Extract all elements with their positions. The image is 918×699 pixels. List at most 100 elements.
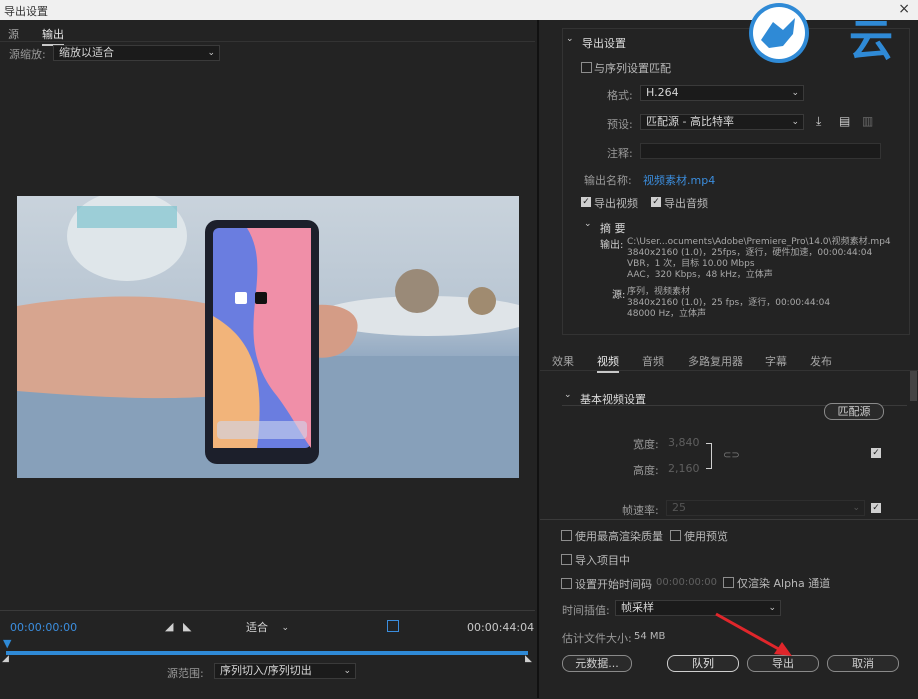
tab-divider [0, 41, 535, 42]
use-preview-checkbox[interactable] [670, 530, 681, 541]
format-value: H.264 [646, 86, 679, 99]
fps-dropdown[interactable]: 25 ⌄ [666, 500, 865, 516]
tab-multiplexer[interactable]: 多路复用器 [688, 353, 743, 369]
timecode-start[interactable]: 00:00:00:00 [10, 621, 77, 634]
timeline-divider [0, 610, 535, 611]
set-start-tc-checkbox[interactable] [561, 578, 572, 589]
chevron-down-icon[interactable]: ⌄ [584, 219, 592, 229]
height-value[interactable]: 2,160 [668, 462, 700, 475]
fps-label: 帧速率: [622, 504, 659, 517]
height-label: 高度: [633, 464, 659, 477]
playhead-icon[interactable]: ▼ [3, 637, 11, 650]
export-audio-label: 导出音频 [664, 197, 708, 210]
summary-output-line: 3840x2160 (1.0)，25fps，逐行，硬件加速，00:00:44:0… [627, 248, 873, 258]
comment-label: 注释: [607, 147, 633, 160]
crop-icon[interactable] [387, 620, 399, 632]
export-video-label: 导出视频 [594, 197, 638, 210]
zoom-dropdown[interactable]: 缩放以适合 ⌄ [53, 45, 220, 61]
export-audio-checkbox[interactable]: ✓ [651, 197, 661, 207]
window-title: 导出设置 [4, 5, 48, 18]
preset-value: 匹配源 - 高比特率 [646, 115, 734, 128]
chevron-down-icon: ⌄ [852, 503, 860, 513]
cancel-button[interactable]: 取消 [827, 655, 899, 672]
fit-value: 适合 [246, 621, 268, 634]
cancel-label: 取消 [852, 657, 874, 670]
tab-publish[interactable]: 发布 [810, 353, 832, 369]
chevron-down-icon: ⌄ [207, 48, 215, 58]
format-label: 格式: [607, 89, 633, 102]
export-settings-panel: ⌄ 导出设置 与序列设置匹配 格式: H.264 ⌄ 预设: 匹配源 - 高比特… [540, 20, 918, 345]
zoom-value: 缩放以适合 [59, 46, 114, 59]
scrollbar[interactable] [910, 371, 917, 401]
width-value[interactable]: 3,840 [668, 436, 700, 449]
delete-preset-icon[interactable]: ▥ [862, 114, 873, 128]
tab-captions[interactable]: 字幕 [765, 353, 787, 369]
match-sequence-checkbox[interactable] [581, 62, 592, 73]
queue-label: 队列 [692, 657, 714, 670]
max-quality-checkbox[interactable] [561, 530, 572, 541]
summary-source-line: 3840x2160 (1.0)，25 fps，逐行，00:00:44:04 [627, 298, 831, 308]
render-alpha-checkbox[interactable] [723, 577, 734, 588]
export-video-checkbox[interactable]: ✓ [581, 197, 591, 207]
chevron-down-icon: ⌄ [791, 88, 799, 98]
fit-dropdown[interactable]: 适合 ⌄ [240, 620, 294, 636]
use-preview-label: 使用预览 [684, 530, 728, 543]
summary-source-line: 序列，视频素材 [627, 287, 691, 297]
metadata-label: 元数据... [575, 657, 619, 670]
panel-splitter[interactable] [537, 20, 539, 698]
annotation-arrow [715, 612, 792, 656]
import-preset-icon[interactable]: ▤ [839, 114, 850, 128]
fps-value: 25 [672, 501, 686, 514]
summary-output-line: AAC，320 Kbps，48 kHz，立体声 [627, 270, 773, 280]
range-label: 源范围: [167, 667, 204, 680]
tab-effects[interactable]: 效果 [552, 353, 574, 369]
timecode-end: 00:00:44:04 [467, 621, 535, 634]
tab-source[interactable]: 源 [8, 26, 19, 42]
timeline-bar[interactable] [6, 651, 528, 655]
metadata-button[interactable]: 元数据... [562, 655, 632, 672]
summary-source-label: 源: [612, 290, 626, 301]
watermark-text: 云 [849, 15, 893, 66]
out-point-icon[interactable]: ◣ [525, 654, 532, 664]
link-icon[interactable]: ⊂⊃ [723, 450, 740, 461]
comment-input[interactable] [640, 143, 881, 159]
in-point-icon[interactable]: ◢ [2, 654, 9, 664]
max-quality-label: 使用最高渲染质量 [575, 530, 663, 543]
tab-audio[interactable]: 音频 [642, 353, 664, 369]
interp-value: 帧采样 [621, 601, 654, 614]
dimension-override-checkbox[interactable]: ✓ [871, 448, 881, 458]
chevron-down-icon: ⌄ [281, 623, 289, 633]
save-preset-icon[interactable]: ⤓ [816, 114, 821, 129]
summary-source-text: 序列，视频素材 3840x2160 (1.0)，25 fps，逐行，00:00:… [627, 287, 830, 320]
start-tc-value[interactable]: 00:00:00:00 [656, 577, 717, 588]
settings-tabs: 效果 视频 音频 多路复用器 字幕 发布 [540, 345, 918, 373]
output-name-link[interactable]: 视频素材.mp4 [643, 172, 715, 188]
mark-in-icon[interactable]: ◢ [165, 620, 173, 633]
est-size-label: 估计文件大小: [562, 632, 632, 645]
mark-out-icon[interactable]: ◣ [183, 620, 191, 633]
chevron-down-icon[interactable]: ⌄ [564, 390, 572, 400]
preview-scene [17, 196, 519, 478]
preset-dropdown[interactable]: 匹配源 - 高比特率 ⌄ [640, 114, 804, 130]
import-project-checkbox[interactable] [561, 554, 572, 565]
range-dropdown[interactable]: 序列切入/序列切出 ⌄ [214, 663, 356, 679]
tab-output[interactable]: 输出 [42, 26, 64, 46]
video-settings-section: ⌄ 基本视频设置 匹配源 宽度: 3,840 高度: 2,160 ⊂⊃ ✓ 帧速… [540, 371, 918, 519]
summary-output-text: C:\User...ocuments\Adobe\Premiere_Pro\14… [627, 237, 891, 281]
format-dropdown[interactable]: H.264 ⌄ [640, 85, 804, 101]
width-label: 宽度: [633, 438, 659, 451]
logo-emblem [749, 3, 809, 63]
bottom-options: 使用最高渲染质量 使用预览 导入项目中 设置开始时间码 00:00:00:00 … [540, 519, 918, 699]
left-panel: 源 输出 源缩放: 缩放以适合 ⌄ 00:00:00:00 ◢ ◣ 适合 ⌄ 0… [0, 20, 535, 698]
import-project-label: 导入项目中 [575, 554, 630, 567]
match-sequence-label: 与序列设置匹配 [594, 62, 671, 75]
set-start-tc-label: 设置开始时间码 [575, 578, 652, 591]
match-source-button[interactable]: 匹配源 [824, 403, 884, 420]
tab-video[interactable]: 视频 [597, 353, 619, 373]
output-name-label: 输出名称: [584, 174, 632, 187]
export-settings-header: 导出设置 [582, 37, 626, 50]
chevron-down-icon[interactable]: ⌄ [566, 34, 574, 44]
fps-override-checkbox[interactable]: ✓ [871, 503, 881, 513]
range-value: 序列切入/序列切出 [220, 664, 312, 677]
chevron-down-icon: ⌄ [791, 117, 799, 127]
